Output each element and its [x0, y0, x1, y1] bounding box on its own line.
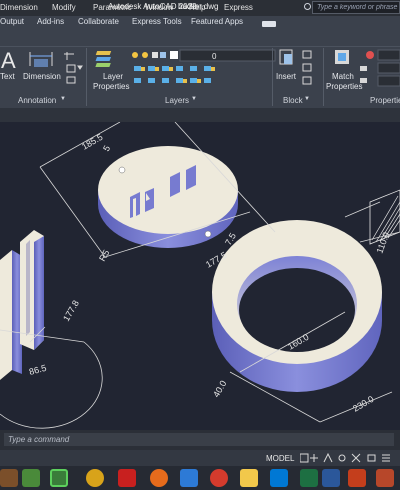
- layer-dropdown-value[interactable]: 0: [212, 52, 216, 61]
- menu-modify[interactable]: Modify: [52, 3, 76, 12]
- panel-divider: [272, 48, 273, 106]
- dimension-tool-icon: [29, 52, 53, 67]
- firefox-taskbar-icon[interactable]: [150, 469, 168, 487]
- match-properties-icon: [335, 50, 349, 64]
- dim-label: 230.0: [351, 394, 376, 414]
- taskbar-app-icon[interactable]: [270, 469, 288, 487]
- excel-taskbar-icon[interactable]: [300, 469, 318, 487]
- taskbar-app-icon[interactable]: [50, 469, 68, 487]
- annotation-small-icons: [64, 52, 83, 84]
- disc-part: [98, 146, 238, 248]
- match-properties-label-1[interactable]: Match: [332, 72, 354, 81]
- taskbar-app-icon[interactable]: [376, 469, 394, 487]
- tab-output[interactable]: Output: [0, 17, 24, 26]
- insert-button-label[interactable]: Insert: [276, 72, 296, 81]
- panel-divider: [86, 48, 87, 106]
- layer-dropdown: [179, 49, 276, 62]
- word-taskbar-icon[interactable]: [322, 469, 340, 487]
- tab-express-tools[interactable]: Express Tools: [132, 17, 182, 26]
- tab-add-ins[interactable]: Add-ins: [37, 17, 64, 26]
- chevron-down-icon[interactable]: ▼: [60, 96, 66, 102]
- drawing-canvas[interactable]: 185.5 177.5 177.8 86.5 160.0 230.0 110.0…: [0, 122, 400, 430]
- dim-label: 5: [101, 144, 112, 153]
- dim-label: R5: [97, 248, 111, 263]
- search-field[interactable]: [312, 1, 400, 14]
- insert-block-icon: [279, 49, 293, 65]
- file-name: backer.dwg: [178, 2, 219, 11]
- taskbar-app-icon[interactable]: [22, 469, 40, 487]
- status-toggle-icons[interactable]: [300, 452, 400, 464]
- layer-properties-label-2[interactable]: Properties: [93, 82, 129, 91]
- svg-text:A: A: [1, 48, 16, 73]
- folder-taskbar-icon[interactable]: [240, 469, 258, 487]
- text-tool-icon: A: [1, 48, 16, 73]
- panel-annotation[interactable]: Annotation: [18, 96, 56, 105]
- layer-properties-icon: [95, 51, 112, 67]
- chrome-taskbar-icon[interactable]: [210, 469, 228, 487]
- search-icon[interactable]: [304, 3, 311, 10]
- panel-layers[interactable]: Layers: [165, 96, 189, 105]
- tab-collaborate[interactable]: Collaborate: [78, 17, 119, 26]
- drawing-viewport[interactable]: 185.5 177.5 177.8 86.5 160.0 230.0 110.0…: [0, 122, 400, 430]
- autocad-taskbar-icon[interactable]: [118, 469, 136, 487]
- tab-featured-apps[interactable]: Featured Apps: [191, 17, 243, 26]
- dim-label: 40.0: [211, 379, 228, 399]
- search-input[interactable]: [313, 2, 399, 13]
- text-button-label[interactable]: Text: [0, 72, 15, 81]
- file-tab-strip: [0, 108, 400, 122]
- dim-label: 86.5: [28, 363, 48, 377]
- layer-properties-label-1[interactable]: Layer: [103, 72, 123, 81]
- dim-label: 177.8: [61, 298, 81, 323]
- menu-express[interactable]: Express: [224, 3, 253, 12]
- command-line: [0, 430, 400, 450]
- panel-divider: [323, 48, 324, 106]
- taskbar-app-icon[interactable]: [0, 469, 18, 487]
- chevron-down-icon[interactable]: ▼: [191, 96, 197, 102]
- taskbar-app-icon[interactable]: [348, 469, 366, 487]
- dimension-button-label[interactable]: Dimension: [23, 72, 61, 81]
- ring-part: [212, 220, 382, 392]
- model-space-button[interactable]: MODEL: [266, 454, 294, 463]
- taskbar-app-icon[interactable]: [86, 469, 104, 487]
- ribbon-minimize-icon[interactable]: [262, 21, 276, 27]
- bracket-part: [0, 230, 44, 380]
- chevron-down-icon[interactable]: ▼: [304, 96, 310, 102]
- menu-dimension[interactable]: Dimension: [0, 3, 38, 12]
- command-input[interactable]: [4, 433, 394, 446]
- block-small-icons: [302, 50, 312, 85]
- match-properties-label-2[interactable]: Properties: [326, 82, 362, 91]
- color-wheel-icon: [366, 51, 374, 59]
- panel-properties[interactable]: Properties: [370, 96, 400, 105]
- taskbar-app-icon[interactable]: [180, 469, 198, 487]
- dim-label: 110.0: [374, 231, 391, 255]
- panel-block[interactable]: Block: [283, 96, 303, 105]
